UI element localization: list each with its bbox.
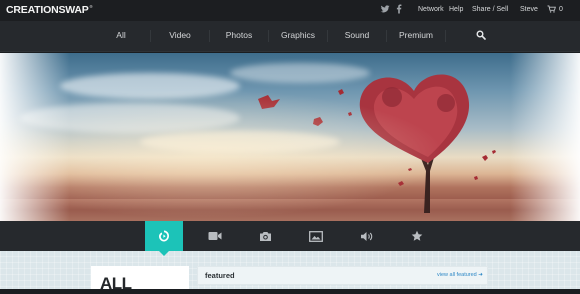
hero-vignette <box>0 53 580 221</box>
nav-all[interactable]: All <box>116 21 125 52</box>
share-sell-link[interactable]: Share / Sell <box>472 6 508 13</box>
nav-divider <box>150 30 151 42</box>
cart-icon[interactable] <box>547 5 556 13</box>
network-link[interactable]: Network <box>418 6 444 13</box>
nav-sound[interactable]: Sound <box>345 21 370 52</box>
category-sound[interactable] <box>348 221 386 251</box>
category-premium[interactable] <box>398 221 436 251</box>
category-video[interactable] <box>196 221 234 251</box>
nav-graphics[interactable]: Graphics <box>281 21 315 52</box>
nav-premium[interactable]: Premium <box>399 21 433 52</box>
category-all[interactable] <box>145 221 183 251</box>
user-link[interactable]: Steve <box>520 6 538 13</box>
video-icon <box>208 232 222 240</box>
category-photos[interactable] <box>246 221 284 251</box>
nav-divider <box>268 30 269 42</box>
logo-mark: ® <box>89 4 93 9</box>
sound-icon <box>361 231 373 241</box>
help-link[interactable]: Help <box>449 6 463 13</box>
featured-title: featured <box>205 271 235 280</box>
image-icon <box>309 230 323 242</box>
star-icon <box>411 230 423 241</box>
nav-divider <box>386 30 387 42</box>
nav-video[interactable]: Video <box>169 21 191 52</box>
category-title: ALL <box>100 274 132 293</box>
active-category-pointer <box>159 251 169 256</box>
top-bar: CREATIONSWAP® Network Help Share / Sell … <box>0 0 580 21</box>
hero-banner <box>0 53 580 221</box>
nav-photos[interactable]: Photos <box>226 21 252 52</box>
search-icon[interactable] <box>476 30 486 40</box>
logo[interactable]: CREATIONSWAP® <box>6 4 93 16</box>
facebook-icon[interactable] <box>394 4 404 14</box>
view-all-featured-link[interactable]: view all featured ➜ <box>437 272 483 278</box>
camera-icon <box>259 231 271 241</box>
cart-count[interactable]: 0 <box>559 6 563 13</box>
logo-text: CREATIONSWAP <box>6 4 89 16</box>
nav-divider <box>445 30 446 42</box>
twitter-icon[interactable] <box>380 4 390 14</box>
category-bar <box>0 221 580 251</box>
category-graphics[interactable] <box>297 221 335 251</box>
all-icon <box>159 230 169 242</box>
nav-divider <box>209 30 210 42</box>
main-nav: All Video Photos Graphics Sound Premium <box>0 21 580 52</box>
nav-divider <box>327 30 328 42</box>
